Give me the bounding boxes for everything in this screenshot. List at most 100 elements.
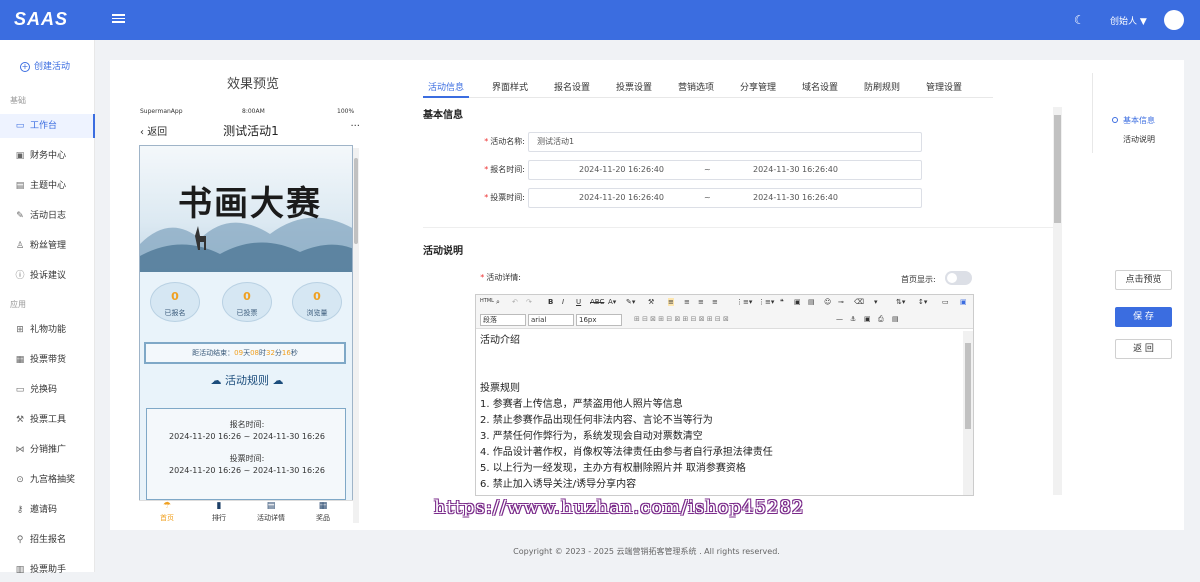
- sidebar-item-workbench[interactable]: ▭ 工作台: [0, 114, 95, 138]
- html-icon[interactable]: HTML: [480, 298, 494, 304]
- font-family-select[interactable]: arial: [528, 314, 574, 326]
- vote-time-range-input[interactable]: 2024-11-20 16:26:40 ~2024-11-30 16:26:40: [528, 188, 922, 208]
- file-icon[interactable]: ▤: [808, 298, 815, 306]
- align-justify-icon[interactable]: ≡: [712, 298, 718, 306]
- theme-icon: ▤: [15, 181, 25, 191]
- font-color-icon[interactable]: A▾: [608, 298, 616, 306]
- undo-icon[interactable]: ↶: [512, 298, 518, 306]
- template-icon[interactable]: ▤: [892, 315, 899, 323]
- align-left-icon[interactable]: ≡: [668, 298, 674, 306]
- underline-icon[interactable]: U: [576, 298, 581, 306]
- redo-icon[interactable]: ↷: [526, 298, 532, 306]
- reg-time-range-input[interactable]: 2024-11-20 16:26:40 ~2024-11-30 16:26:40: [528, 160, 922, 180]
- tab-vote-settings[interactable]: 投票设置: [611, 80, 657, 98]
- tab-share[interactable]: 分享管理: [735, 80, 781, 98]
- paragraph-spacing-icon[interactable]: ⇅▾: [896, 298, 905, 306]
- eraser-icon[interactable]: ⌫: [854, 298, 864, 306]
- sidebar-item-invite-code[interactable]: ⚷ 邀请码: [0, 498, 95, 522]
- cart-icon: ▦: [15, 355, 25, 365]
- avatar[interactable]: [1164, 10, 1184, 30]
- home-show-toggle[interactable]: [945, 271, 972, 285]
- emoji-icon[interactable]: ☺: [824, 298, 831, 306]
- detail-icon: ▤: [266, 501, 276, 511]
- sidebar-item-gift[interactable]: ⊞ 礼物功能: [0, 318, 95, 342]
- print-icon[interactable]: ⎙: [878, 315, 884, 324]
- anchor-description[interactable]: 活动说明: [1123, 134, 1155, 145]
- tab-ui-style[interactable]: 界面样式: [487, 80, 533, 98]
- create-activity-button[interactable]: + 创建活动: [20, 59, 70, 72]
- sidebar-item-finance[interactable]: ▣ 财务中心: [0, 144, 95, 168]
- phone-tab-home[interactable]: ☂ 首页: [142, 501, 192, 523]
- preview-button[interactable]: 点击预览: [1115, 270, 1172, 290]
- banner-image: 书画大赛: [140, 146, 352, 272]
- preview-scrollbar[interactable]: [353, 148, 359, 523]
- status-battery: 100%: [337, 108, 355, 115]
- monitor-icon: ▭: [15, 121, 25, 131]
- line-height-icon[interactable]: ↕▾: [918, 298, 927, 306]
- brush-icon[interactable]: ⚒: [648, 298, 654, 306]
- anchor-icon[interactable]: ⚓: [850, 315, 856, 323]
- phone-page-title: 测试活动1: [223, 124, 279, 138]
- preview-icon[interactable]: ▣: [960, 298, 967, 306]
- phone-tab-rank[interactable]: ▮ 排行: [194, 501, 244, 523]
- horizontal-rule-icon[interactable]: —: [836, 315, 843, 323]
- tab-activity-info[interactable]: 活动信息: [423, 80, 469, 98]
- align-center-icon[interactable]: ≡: [684, 298, 690, 306]
- font-size-select[interactable]: 16px: [576, 314, 622, 326]
- menu-toggle-icon[interactable]: [112, 12, 125, 26]
- tab-marketing[interactable]: 营销选项: [673, 80, 719, 98]
- tab-registration[interactable]: 报名设置: [549, 80, 595, 98]
- link-icon[interactable]: ⊸: [838, 298, 844, 306]
- sidebar-item-fans[interactable]: ♙ 粉丝管理: [0, 234, 95, 258]
- form-scrollbar[interactable]: [1053, 107, 1062, 495]
- sidebar-item-redeem-code[interactable]: ▭ 兑换码: [0, 378, 95, 402]
- more-icon[interactable]: ···: [350, 121, 360, 132]
- gift-icon: ▦: [318, 501, 328, 511]
- sidebar: + 创建活动 基础 ▭ 工作台 ▣ 财务中心 ▤ 主题中心 ✎ 活动日志 ♙ 粉丝管理 ⓘ 投…: [0, 40, 95, 575]
- rich-text-editor: HTML ⌕ ↶ ↷ B I U ABC A▾ ✎▾ ⚒ ≡ ≡ ≡ ≡ ⋮≡▾…: [475, 294, 974, 496]
- tab-domain[interactable]: 域名设置: [797, 80, 843, 98]
- sidebar-item-vote-tools[interactable]: ⚒ 投票工具: [0, 408, 95, 432]
- image-icon[interactable]: ▣: [794, 298, 801, 306]
- main-card: 效果预览 SupermanApp 8:00AM 100% 测试活动1 ‹ 返回 …: [110, 60, 1184, 530]
- phone-back-button[interactable]: ‹ 返回: [140, 123, 167, 138]
- table-icon[interactable]: ⊞ ⊟ ⊠ ⊞ ⊟ ⊠ ⊞ ⊟ ⊠ ⊞ ⊟ ⊠: [634, 315, 729, 323]
- phone-tab-prize[interactable]: ▦ 奖品: [298, 501, 348, 523]
- sidebar-item-helper[interactable]: ▥ 投票助手: [0, 558, 95, 582]
- insert-image-icon[interactable]: ▣: [864, 315, 871, 323]
- strikethrough-icon[interactable]: ABC: [590, 298, 604, 306]
- sidebar-item-complaints[interactable]: ⓘ 投诉建议: [0, 264, 95, 288]
- tab-management[interactable]: 管理设置: [921, 80, 967, 98]
- activity-name-input[interactable]: 测试活动1: [528, 132, 922, 152]
- sidebar-item-lottery[interactable]: ⊙ 九宫格抽奖: [0, 468, 95, 492]
- sidebar-item-vote-goods[interactable]: ▦ 投票带货: [0, 348, 95, 372]
- sidebar-item-log[interactable]: ✎ 活动日志: [0, 204, 95, 228]
- ordered-list-icon[interactable]: ⋮≡▾: [736, 298, 752, 306]
- phone-tab-detail[interactable]: ▤ 活动详情: [246, 501, 296, 523]
- sidebar-item-distribution[interactable]: ⋈ 分销推广: [0, 438, 95, 462]
- description-heading: 活动说明: [423, 246, 463, 257]
- anchor-basic-info[interactable]: 基本信息: [1123, 115, 1155, 126]
- search-icon[interactable]: ⌕: [496, 298, 500, 307]
- fullscreen-icon[interactable]: ▭: [942, 298, 949, 306]
- highlight-icon[interactable]: ✎▾: [626, 298, 635, 306]
- phone-content: 书画大赛 0 已报名 0 已投票 0 浏览量 距活动结束：09天08时32分16秒 ☁…: [139, 145, 353, 523]
- bold-icon[interactable]: B: [548, 298, 553, 306]
- divider: [423, 227, 1053, 228]
- editor-content[interactable]: 活动介绍 投票规则 1. 参赛者上传信息，严禁盗用他人照片等信息 2. 禁止参赛…: [480, 333, 960, 493]
- align-right-icon[interactable]: ≡: [698, 298, 704, 306]
- italic-icon[interactable]: I: [562, 298, 564, 306]
- stat-views: 0 浏览量: [292, 278, 342, 326]
- paragraph-select[interactable]: 段落: [480, 314, 526, 326]
- unordered-list-icon[interactable]: ⋮≡▾: [758, 298, 774, 306]
- quote-icon[interactable]: ❝: [780, 298, 784, 306]
- sidebar-item-theme[interactable]: ▤ 主题中心: [0, 174, 95, 198]
- user-menu[interactable]: 创始人 ▼: [1110, 14, 1147, 27]
- dark-mode-icon[interactable]: ☾: [1074, 13, 1085, 27]
- vote-time-value: 2024-11-20 16:26 ~ 2024-11-30 16:26: [169, 466, 325, 475]
- back-button[interactable]: 返 回: [1115, 339, 1172, 359]
- tab-anti-fraud[interactable]: 防刷规则: [859, 80, 905, 98]
- text-indent-icon[interactable]: ▾: [874, 298, 878, 306]
- editor-scrollbar[interactable]: [963, 331, 973, 495]
- save-button[interactable]: 保 存: [1115, 307, 1172, 327]
